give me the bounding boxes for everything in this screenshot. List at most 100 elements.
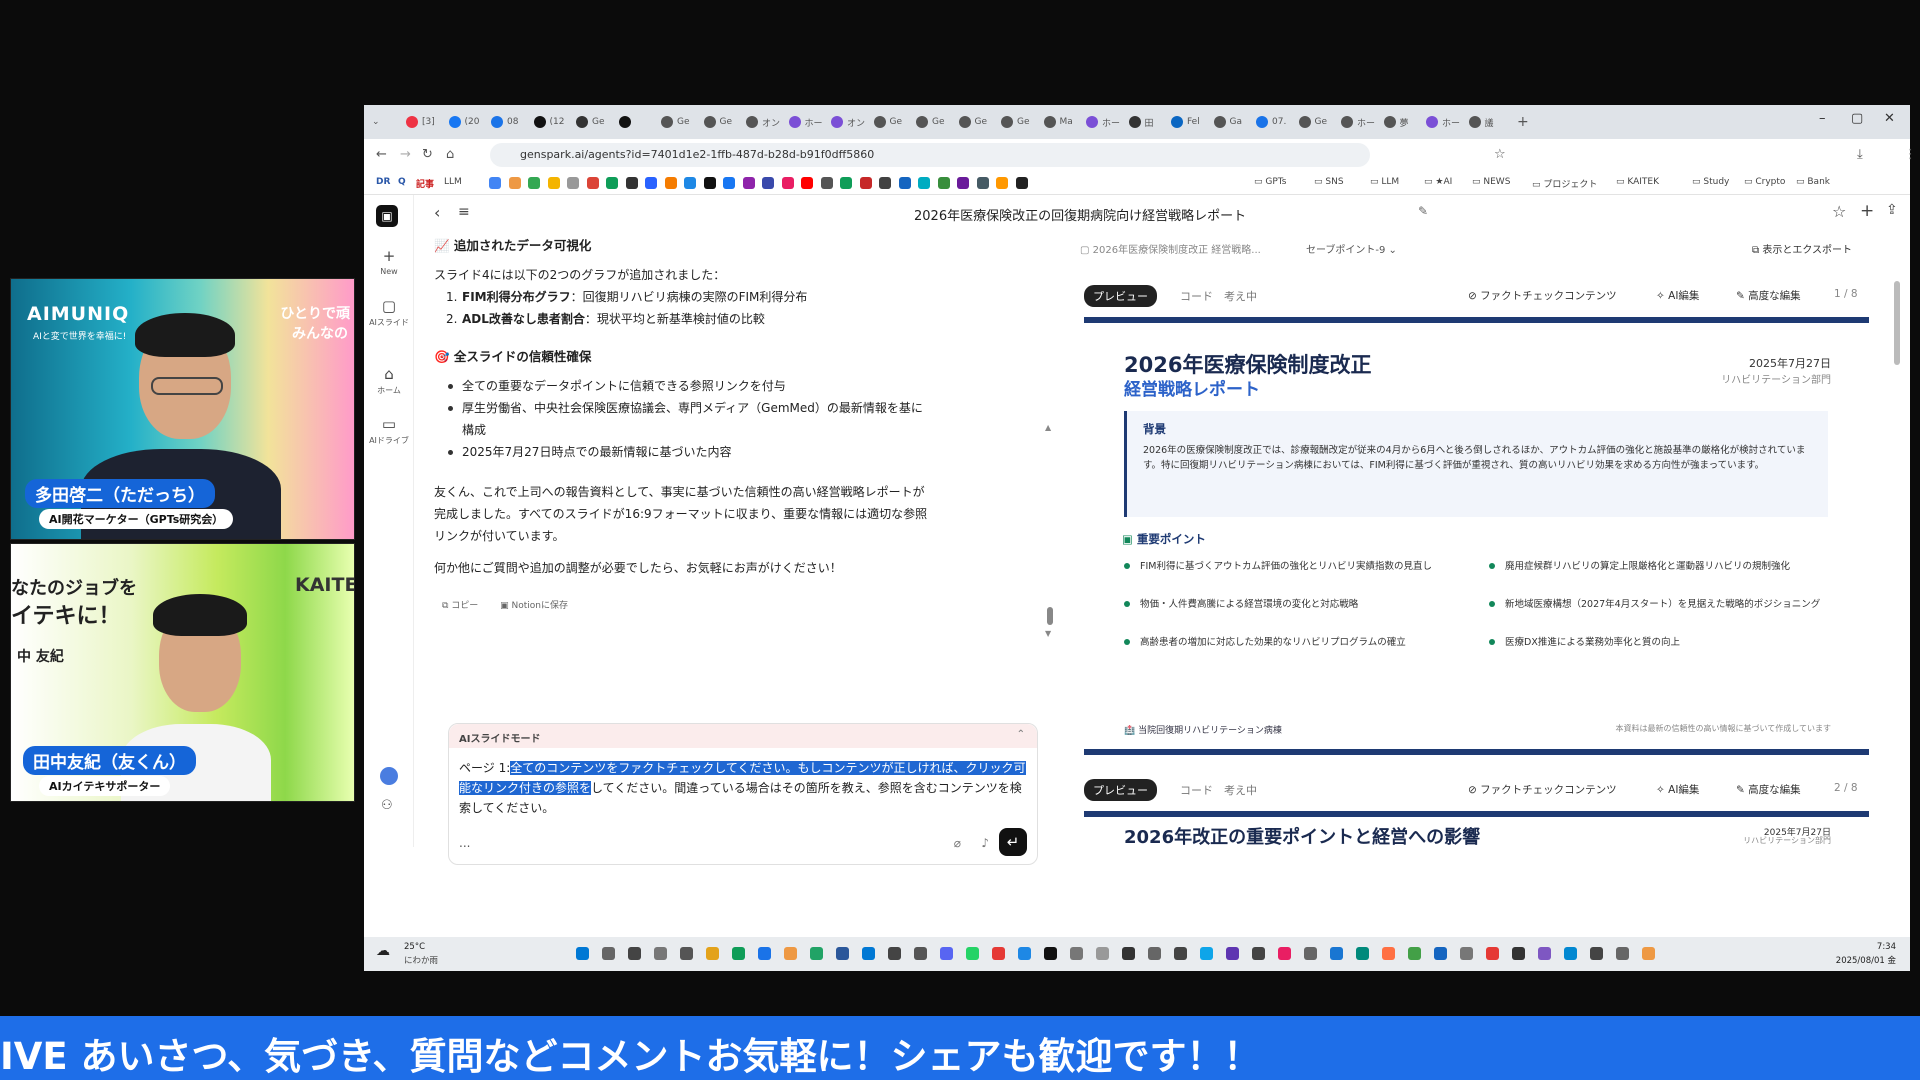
sidenav-home[interactable]: ⌂ ホーム [364, 365, 414, 396]
home-icon[interactable]: ⌂ [446, 147, 454, 162]
tab-preview[interactable]: プレビュー [1084, 285, 1157, 307]
tab-code[interactable]: コード [1180, 288, 1213, 304]
bookmark-folder[interactable]: ▭ ★AI [1424, 177, 1452, 187]
bookmark-q[interactable]: Q [398, 177, 406, 187]
browser-tab[interactable]: Ge [873, 113, 902, 131]
taskbar-app-icon[interactable] [1642, 947, 1655, 960]
browser-tab[interactable]: オン [831, 113, 865, 131]
taskbar-app-icon[interactable] [628, 947, 641, 960]
taskbar-app-icon[interactable] [680, 947, 693, 960]
factcheck-button[interactable]: ⊘ ファクトチェックコンテンツ [1468, 782, 1617, 797]
bookmark-icon[interactable] [957, 177, 969, 189]
taskbar-app-icon[interactable] [784, 947, 797, 960]
mic-icon[interactable]: ♪ [981, 836, 989, 850]
taskbar-app-icon[interactable] [1434, 947, 1447, 960]
browser-tab[interactable]: Ge [661, 113, 690, 131]
browser-tab[interactable]: 田 [1128, 113, 1154, 131]
bookmark-icon[interactable] [762, 177, 774, 189]
taskbar-app-icon[interactable] [1564, 947, 1577, 960]
taskbar-app-icon[interactable] [732, 947, 745, 960]
browser-tab[interactable]: ホー [788, 113, 823, 131]
genspark-logo[interactable]: ▣ [376, 205, 398, 227]
taskbar-app-icon[interactable] [576, 947, 589, 960]
taskbar-app-icon[interactable] [1096, 947, 1109, 960]
bookmark-icon[interactable] [508, 177, 521, 189]
taskbar-app-icon[interactable] [914, 947, 927, 960]
bookmark-icon[interactable] [801, 177, 813, 189]
bookmark-icon[interactable] [840, 177, 852, 189]
restore-icon[interactable]: ▢ [1851, 111, 1863, 126]
bookmark-icon[interactable] [703, 177, 716, 189]
browser-tab[interactable]: ホー [1426, 113, 1460, 131]
user-avatar-icon[interactable] [380, 767, 398, 785]
ai-edit-button[interactable]: ✧ AI編集 [1656, 288, 1699, 303]
download-icon[interactable]: ⤓ [1857, 147, 1863, 162]
bookmark-icon[interactable] [742, 177, 755, 189]
weather-icon[interactable]: ☁ [376, 943, 390, 959]
bookmark-icon[interactable] [976, 177, 989, 189]
back-icon[interactable]: ← [376, 147, 387, 162]
bookmark-icon[interactable] [781, 177, 794, 189]
ai-edit-button[interactable]: ✧ AI編集 [1656, 782, 1699, 797]
taskbar-app-icon[interactable] [1122, 947, 1135, 960]
taskbar-app-icon[interactable] [888, 947, 901, 960]
close-window-icon[interactable]: ✕ [1884, 111, 1895, 126]
bookmark-icon[interactable] [625, 177, 638, 189]
browser-tab[interactable]: Ge [958, 113, 987, 131]
tab-thinking[interactable]: 考え中 [1224, 288, 1257, 304]
browser-tab[interactable]: Ma [1043, 113, 1073, 131]
bookmark-folder[interactable]: ▭ GPTs [1254, 177, 1286, 187]
prompt-composer[interactable]: AIスライドモード ⌃ ページ 1:全てのコンテンツをファクトチェックしてください… [448, 723, 1038, 865]
bookmark-icon[interactable] [645, 177, 657, 189]
bookmark-icon[interactable] [937, 177, 950, 189]
bookmark-folder[interactable]: ▭ Study [1692, 177, 1729, 187]
taskbar-app-icon[interactable] [966, 947, 979, 960]
bookmark-icon[interactable] [489, 177, 501, 189]
bookmark-icon[interactable] [567, 177, 579, 189]
taskbar-app-icon[interactable] [1200, 947, 1213, 960]
url-input[interactable]: genspark.ai/agents?id=7401d1e2-1ffb-487d… [490, 143, 1370, 167]
bookmark-icon[interactable] [996, 177, 1008, 189]
bookmark-icon[interactable] [586, 177, 599, 189]
new-plus-icon[interactable]: + [1860, 201, 1874, 221]
prompt-textarea[interactable]: ページ 1:全てのコンテンツをファクトチェックしてください。もしコンテンツが正し… [459, 758, 1029, 818]
scroll-down-icon[interactable]: ▼ [1045, 629, 1051, 638]
taskbar-app-icon[interactable] [1356, 947, 1369, 960]
browser-tab[interactable]: 07. [1256, 113, 1286, 131]
bookmark-dr[interactable]: DR [376, 177, 390, 187]
browser-tab[interactable]: ホー [1086, 113, 1120, 131]
taskbar-app-icon[interactable] [1226, 947, 1239, 960]
bookmark-folder[interactable]: ▭ KAITEK [1616, 177, 1659, 187]
taskbar-app-icon[interactable] [1486, 947, 1499, 960]
taskbar-app-icon[interactable] [836, 947, 849, 960]
taskbar-app-icon[interactable] [862, 947, 875, 960]
attach-icon[interactable]: ⌀ [954, 836, 961, 850]
preview-scrollbar[interactable] [1894, 281, 1900, 365]
menu-kebab-icon[interactable]: ⋮ [1904, 147, 1917, 162]
slide-2[interactable]: 2026年改正の重要ポイントと経営への影響 2025年7月27日 リハビリテーシ… [1084, 811, 1869, 845]
profile-icon[interactable]: ⚇ [381, 798, 393, 813]
bookmark-icon[interactable] [898, 177, 911, 189]
taskbar-app-icon[interactable] [758, 947, 771, 960]
bookmark-folder[interactable]: ▭ LLM [1370, 177, 1399, 187]
taskbar-app-icon[interactable] [1538, 947, 1551, 960]
breadcrumb[interactable]: ▢ 2026年医療保険制度改正 経営戦略... [1080, 241, 1261, 256]
forward-icon[interactable]: → [400, 147, 411, 162]
taskbar-app-icon[interactable] [654, 947, 667, 960]
bookmark-icon[interactable] [859, 177, 872, 189]
bookmark-icon[interactable] [606, 177, 618, 189]
sidenav-ai-drive[interactable]: ▭ AIドライブ [364, 415, 414, 446]
back-chevron-icon[interactable]: ‹ [434, 203, 440, 222]
browser-tab[interactable]: Fel [1171, 113, 1200, 131]
bookmark-star-icon[interactable]: ☆ [1494, 147, 1506, 162]
bookmark-icon[interactable] [528, 177, 540, 189]
minimize-icon[interactable]: – [1819, 111, 1826, 126]
bookmark-folder[interactable]: ▭ Crypto [1744, 177, 1785, 187]
browser-tab[interactable]: Ge [576, 113, 605, 131]
new-tab-button[interactable]: + [1517, 113, 1529, 131]
bookmark-icon[interactable] [1015, 177, 1028, 189]
bookmark-icon[interactable] [879, 177, 891, 189]
taskbar-app-icon[interactable] [1070, 947, 1083, 960]
sidenav-new[interactable]: + New [364, 247, 414, 276]
taskbar-app-icon[interactable] [1148, 947, 1161, 960]
